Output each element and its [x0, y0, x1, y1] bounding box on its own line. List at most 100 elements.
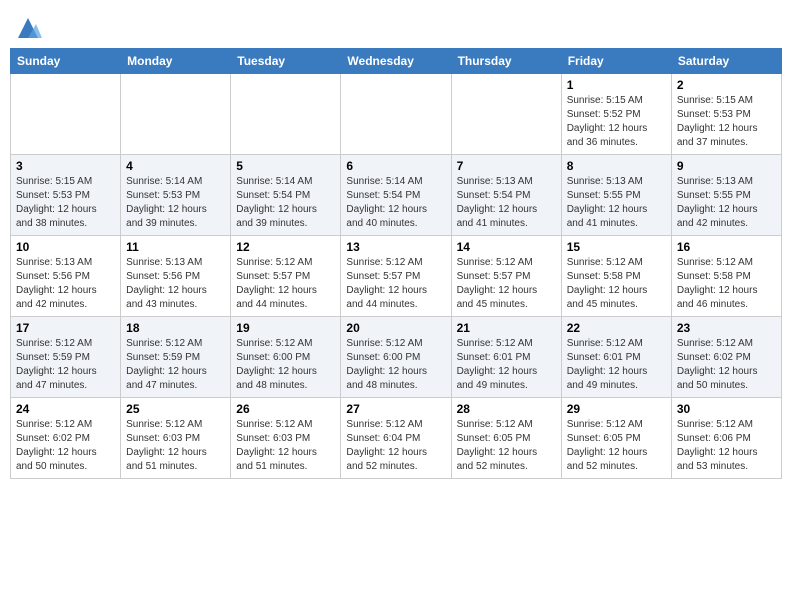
- day-number: 18: [126, 321, 225, 335]
- day-number: 19: [236, 321, 335, 335]
- day-number: 5: [236, 159, 335, 173]
- calendar-cell: [341, 74, 451, 155]
- day-number: 14: [457, 240, 556, 254]
- day-info: Sunrise: 5:15 AM Sunset: 5:52 PM Dayligh…: [567, 94, 666, 150]
- calendar-cell: 9 Sunrise: 5:13 AM Sunset: 5:55 PM Daylig…: [671, 155, 781, 236]
- day-info: Sunrise: 5:12 AM Sunset: 6:02 PM Dayligh…: [677, 337, 776, 393]
- day-info: Sunrise: 5:12 AM Sunset: 6:02 PM Dayligh…: [16, 418, 115, 474]
- day-number: 28: [457, 402, 556, 416]
- calendar-table: SundayMondayTuesdayWednesdayThursdayFrid…: [10, 48, 782, 479]
- day-number: 27: [346, 402, 445, 416]
- calendar-cell: 3 Sunrise: 5:15 AM Sunset: 5:53 PM Daylig…: [11, 155, 121, 236]
- calendar-cell: 18 Sunrise: 5:12 AM Sunset: 5:59 PM Dayli…: [121, 317, 231, 398]
- calendar-cell: 16 Sunrise: 5:12 AM Sunset: 5:58 PM Dayli…: [671, 236, 781, 317]
- calendar-cell: 23 Sunrise: 5:12 AM Sunset: 6:02 PM Dayli…: [671, 317, 781, 398]
- calendar-cell: 25 Sunrise: 5:12 AM Sunset: 6:03 PM Dayli…: [121, 398, 231, 479]
- day-number: 24: [16, 402, 115, 416]
- calendar-cell: 10 Sunrise: 5:13 AM Sunset: 5:56 PM Dayli…: [11, 236, 121, 317]
- calendar-week-3: 10 Sunrise: 5:13 AM Sunset: 5:56 PM Dayli…: [11, 236, 782, 317]
- day-number: 20: [346, 321, 445, 335]
- day-info: Sunrise: 5:12 AM Sunset: 5:58 PM Dayligh…: [567, 256, 666, 312]
- calendar-cell: 30 Sunrise: 5:12 AM Sunset: 6:06 PM Dayli…: [671, 398, 781, 479]
- weekday-header-wednesday: Wednesday: [341, 49, 451, 74]
- day-info: Sunrise: 5:12 AM Sunset: 5:57 PM Dayligh…: [457, 256, 556, 312]
- calendar-cell: 1Sunrise: 5:15 AM Sunset: 5:52 PM Daylig…: [561, 74, 671, 155]
- calendar-cell: [11, 74, 121, 155]
- day-number: 12: [236, 240, 335, 254]
- day-info: Sunrise: 5:12 AM Sunset: 6:03 PM Dayligh…: [236, 418, 335, 474]
- calendar-week-5: 24 Sunrise: 5:12 AM Sunset: 6:02 PM Dayli…: [11, 398, 782, 479]
- day-info: Sunrise: 5:12 AM Sunset: 6:04 PM Dayligh…: [346, 418, 445, 474]
- day-info: Sunrise: 5:13 AM Sunset: 5:55 PM Dayligh…: [567, 175, 666, 231]
- calendar-cell: 6 Sunrise: 5:14 AM Sunset: 5:54 PM Daylig…: [341, 155, 451, 236]
- weekday-header-friday: Friday: [561, 49, 671, 74]
- logo: [14, 14, 46, 42]
- calendar-cell: 5 Sunrise: 5:14 AM Sunset: 5:54 PM Daylig…: [231, 155, 341, 236]
- calendar-cell: 7Sunrise: 5:13 AM Sunset: 5:54 PM Daylig…: [451, 155, 561, 236]
- calendar-week-2: 3 Sunrise: 5:15 AM Sunset: 5:53 PM Daylig…: [11, 155, 782, 236]
- weekday-header-tuesday: Tuesday: [231, 49, 341, 74]
- day-number: 17: [16, 321, 115, 335]
- calendar-cell: 15 Sunrise: 5:12 AM Sunset: 5:58 PM Dayli…: [561, 236, 671, 317]
- day-number: 30: [677, 402, 776, 416]
- calendar-cell: 27 Sunrise: 5:12 AM Sunset: 6:04 PM Dayli…: [341, 398, 451, 479]
- day-info: Sunrise: 5:15 AM Sunset: 5:53 PM Dayligh…: [16, 175, 115, 231]
- calendar-week-4: 17 Sunrise: 5:12 AM Sunset: 5:59 PM Dayli…: [11, 317, 782, 398]
- day-info: Sunrise: 5:12 AM Sunset: 5:59 PM Dayligh…: [16, 337, 115, 393]
- weekday-header-sunday: Sunday: [11, 49, 121, 74]
- day-info: Sunrise: 5:14 AM Sunset: 5:53 PM Dayligh…: [126, 175, 225, 231]
- calendar-cell: 11 Sunrise: 5:13 AM Sunset: 5:56 PM Dayli…: [121, 236, 231, 317]
- day-number: 11: [126, 240, 225, 254]
- day-number: 26: [236, 402, 335, 416]
- day-info: Sunrise: 5:14 AM Sunset: 5:54 PM Dayligh…: [236, 175, 335, 231]
- day-info: Sunrise: 5:13 AM Sunset: 5:56 PM Dayligh…: [16, 256, 115, 312]
- day-info: Sunrise: 5:13 AM Sunset: 5:56 PM Dayligh…: [126, 256, 225, 312]
- day-number: 13: [346, 240, 445, 254]
- calendar-cell: 17 Sunrise: 5:12 AM Sunset: 5:59 PM Dayli…: [11, 317, 121, 398]
- day-number: 8: [567, 159, 666, 173]
- calendar-cell: 24 Sunrise: 5:12 AM Sunset: 6:02 PM Dayli…: [11, 398, 121, 479]
- day-number: 25: [126, 402, 225, 416]
- calendar-cell: 26 Sunrise: 5:12 AM Sunset: 6:03 PM Dayli…: [231, 398, 341, 479]
- day-info: Sunrise: 5:12 AM Sunset: 5:57 PM Dayligh…: [346, 256, 445, 312]
- day-number: 9: [677, 159, 776, 173]
- day-info: Sunrise: 5:12 AM Sunset: 6:06 PM Dayligh…: [677, 418, 776, 474]
- day-info: Sunrise: 5:12 AM Sunset: 6:05 PM Dayligh…: [457, 418, 556, 474]
- day-number: 2: [677, 78, 776, 92]
- day-info: Sunrise: 5:12 AM Sunset: 5:57 PM Dayligh…: [236, 256, 335, 312]
- day-info: Sunrise: 5:12 AM Sunset: 5:59 PM Dayligh…: [126, 337, 225, 393]
- day-number: 4: [126, 159, 225, 173]
- day-info: Sunrise: 5:12 AM Sunset: 6:01 PM Dayligh…: [457, 337, 556, 393]
- day-info: Sunrise: 5:12 AM Sunset: 5:58 PM Dayligh…: [677, 256, 776, 312]
- day-number: 10: [16, 240, 115, 254]
- calendar-cell: 29Sunrise: 5:12 AM Sunset: 6:05 PM Dayli…: [561, 398, 671, 479]
- day-number: 15: [567, 240, 666, 254]
- day-number: 16: [677, 240, 776, 254]
- day-info: Sunrise: 5:12 AM Sunset: 6:00 PM Dayligh…: [346, 337, 445, 393]
- day-info: Sunrise: 5:13 AM Sunset: 5:54 PM Dayligh…: [457, 175, 556, 231]
- weekday-header-saturday: Saturday: [671, 49, 781, 74]
- day-info: Sunrise: 5:12 AM Sunset: 6:00 PM Dayligh…: [236, 337, 335, 393]
- page-header: [10, 10, 782, 42]
- day-info: Sunrise: 5:12 AM Sunset: 6:03 PM Dayligh…: [126, 418, 225, 474]
- calendar-cell: 2Sunrise: 5:15 AM Sunset: 5:53 PM Daylig…: [671, 74, 781, 155]
- weekday-header-monday: Monday: [121, 49, 231, 74]
- day-info: Sunrise: 5:14 AM Sunset: 5:54 PM Dayligh…: [346, 175, 445, 231]
- calendar-cell: 8 Sunrise: 5:13 AM Sunset: 5:55 PM Daylig…: [561, 155, 671, 236]
- day-info: Sunrise: 5:13 AM Sunset: 5:55 PM Dayligh…: [677, 175, 776, 231]
- calendar-cell: 12 Sunrise: 5:12 AM Sunset: 5:57 PM Dayli…: [231, 236, 341, 317]
- weekday-header-thursday: Thursday: [451, 49, 561, 74]
- logo-icon: [14, 14, 42, 42]
- calendar-cell: 13 Sunrise: 5:12 AM Sunset: 5:57 PM Dayli…: [341, 236, 451, 317]
- day-number: 29: [567, 402, 666, 416]
- calendar-cell: 28 Sunrise: 5:12 AM Sunset: 6:05 PM Dayli…: [451, 398, 561, 479]
- calendar-week-1: 1Sunrise: 5:15 AM Sunset: 5:52 PM Daylig…: [11, 74, 782, 155]
- day-number: 23: [677, 321, 776, 335]
- calendar-cell: [121, 74, 231, 155]
- day-number: 22: [567, 321, 666, 335]
- day-info: Sunrise: 5:12 AM Sunset: 6:01 PM Dayligh…: [567, 337, 666, 393]
- day-number: 6: [346, 159, 445, 173]
- day-number: 3: [16, 159, 115, 173]
- calendar-cell: 22 Sunrise: 5:12 AM Sunset: 6:01 PM Dayli…: [561, 317, 671, 398]
- calendar-cell: 20 Sunrise: 5:12 AM Sunset: 6:00 PM Dayli…: [341, 317, 451, 398]
